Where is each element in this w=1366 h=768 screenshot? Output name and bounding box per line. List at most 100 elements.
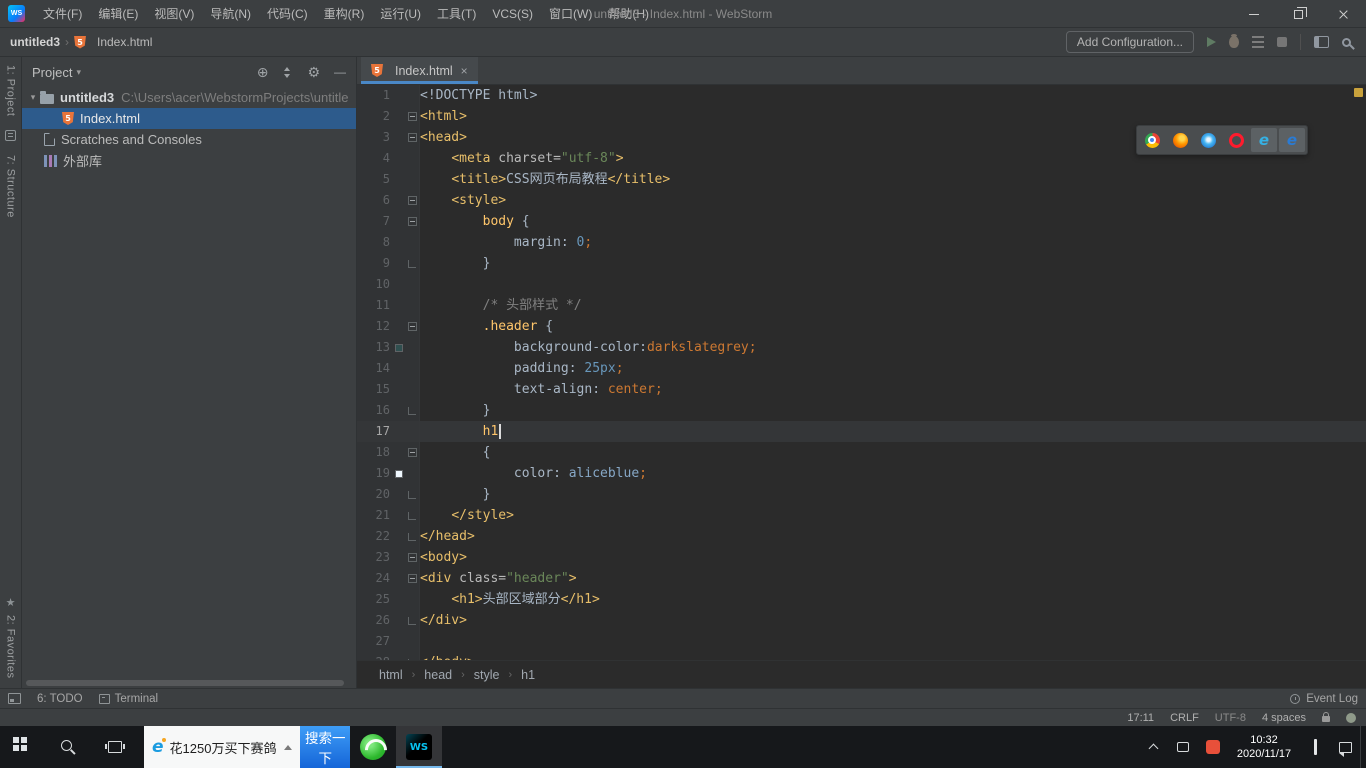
browser-slot[interactable] [1195,128,1221,152]
fold-start-icon[interactable] [405,217,419,226]
close-button[interactable] [1321,0,1366,28]
browser-slot[interactable]: e [1279,128,1305,152]
indent-style[interactable]: 4 spaces [1262,712,1306,724]
menu-item-3[interactable]: 导航(N) [202,0,259,28]
hide-panel-icon[interactable]: — [334,66,346,78]
fold-start-icon[interactable] [405,196,419,205]
settings-gear-icon[interactable]: ⚙ [307,65,320,79]
tree-item[interactable]: 5 Index.html [22,108,356,129]
fold-start-icon[interactable] [405,448,419,457]
caret-position[interactable]: 17:11 [1127,712,1154,724]
restore-button[interactable] [1276,0,1321,28]
tray-expand-button[interactable] [1138,726,1168,768]
chevron-down-icon[interactable]: ▾ [76,67,81,78]
tab-index-html[interactable]: 5 Index.html × [361,57,478,84]
menu-item-9[interactable]: 窗口(W) [541,0,600,28]
menu-item-1[interactable]: 编辑(E) [90,0,146,28]
tool-button-todo[interactable]: 6: TODO [37,693,83,705]
menu-item-7[interactable]: 工具(T) [429,0,484,28]
add-configuration-button[interactable]: Add Configuration... [1065,31,1194,53]
line-separator[interactable]: CRLF [1170,712,1199,724]
breadcrumb-h1[interactable]: h1 [521,668,535,682]
inspections-indicator-icon[interactable] [1346,712,1356,723]
menu-item-5[interactable]: 重构(R) [316,0,373,28]
clock-date: 2020/11/17 [1236,748,1292,760]
taskbar-search-button[interactable] [46,726,92,768]
minimize-button[interactable] [1231,0,1276,28]
menu-item-4[interactable]: 代码(C) [259,0,316,28]
menu-item-6[interactable]: 运行(U) [372,0,429,28]
fold-start-icon[interactable] [405,553,419,562]
fold-end-icon[interactable] [405,490,419,499]
collapse-all-icon[interactable] [282,66,293,78]
ime-indicator-button[interactable] [1300,726,1330,768]
tool-button-project[interactable]: 1: Project [5,65,17,116]
news-headline[interactable]: 花1250万买下赛鸽 [170,738,277,757]
menu-item-0[interactable]: 文件(F) [35,0,90,28]
breadcrumb-project[interactable]: untitled3 [10,35,60,49]
search-everywhere-icon[interactable] [1342,37,1351,47]
action-center-button[interactable] [1330,726,1360,768]
line-number: 27 [375,634,390,648]
breadcrumb-style[interactable]: style [474,668,500,682]
run-icon[interactable] [1207,37,1216,47]
toolwindow-switcher-icon[interactable] [8,693,21,704]
browser-slot[interactable]: e [1251,128,1277,152]
debug-icon[interactable] [1229,34,1239,48]
breadcrumb-head[interactable]: head [424,668,452,682]
fold-end-icon[interactable] [405,259,419,268]
fold-end-icon[interactable] [405,616,419,625]
color-swatch[interactable] [393,469,405,478]
taskbar-clock[interactable]: 10:32 2020/11/17 [1228,726,1300,768]
fold-start-icon[interactable] [405,133,419,142]
stop-icon[interactable] [1277,37,1287,47]
tray-icon-1[interactable] [1168,726,1198,768]
start-button[interactable] [0,726,46,768]
favorites-star-icon: ★ [5,596,16,609]
fold-start-icon[interactable] [405,322,419,331]
menu-item-2[interactable]: 视图(V) [146,0,202,28]
close-tab-icon[interactable]: × [461,64,468,78]
event-log-label: Event Log [1306,692,1358,705]
fold-end-icon[interactable] [405,406,419,415]
tree-item[interactable]: 外部库 [22,150,356,171]
chevron-down-icon[interactable]: ▾ [26,92,40,103]
news-expand-icon[interactable] [284,744,293,750]
browser-slot[interactable] [1223,128,1249,152]
fold-end-icon[interactable] [405,511,419,520]
horizontal-scrollbar[interactable] [26,680,344,686]
tool-button-terminal[interactable]: Terminal [98,693,158,705]
file-encoding[interactable]: UTF-8 [1215,712,1246,724]
fold-start-icon[interactable] [405,112,419,121]
news-search-button[interactable]: 搜索一下 [300,726,350,768]
browser-slot[interactable] [1139,128,1165,152]
breadcrumb-file[interactable]: Index.html [97,35,152,49]
fold-end-icon[interactable] [405,532,419,541]
show-desktop-button[interactable] [1360,726,1366,768]
lock-icon[interactable] [1322,712,1330,722]
webstorm-taskbar-button[interactable]: WS [396,726,442,768]
tool-button-event-log[interactable]: Event Log [1290,693,1358,705]
tree-item[interactable]: ▾ untitled3 C:\Users\acer\WebstormProjects… [22,87,356,108]
tree-item[interactable]: Scratches and Consoles [22,129,356,150]
tray-icon-2[interactable] [1198,726,1228,768]
browser-slot[interactable] [1167,128,1193,152]
menu-item-8[interactable]: VCS(S) [484,0,541,28]
fold-start-icon[interactable] [405,574,419,583]
fold-end-icon[interactable] [405,658,419,660]
tool-button-favorites[interactable]: 2: Favorites [5,615,17,678]
color-swatch[interactable] [393,343,405,352]
code-line: 19 color: aliceblue; [357,463,1366,484]
green-app-button[interactable] [350,726,396,768]
breadcrumb-html[interactable]: html [379,668,403,682]
tool-button-structure[interactable]: 7: Structure [5,155,17,218]
code-editor[interactable]: 1 <!DOCTYPE html> 2 <html> 3 <head> 4 <meta ch… [357,85,1366,660]
line-number: 1 [382,88,390,102]
inspection-marker[interactable] [1354,88,1363,97]
layout-icon[interactable] [1314,36,1329,48]
task-view-button[interactable] [92,726,138,768]
locate-file-icon[interactable]: ⊕ [257,65,269,79]
project-panel-title[interactable]: Project [32,65,72,80]
news-search-widget[interactable]: e 花1250万买下赛鸽 搜索一下 [144,726,350,768]
coverage-icon[interactable] [1252,36,1264,48]
